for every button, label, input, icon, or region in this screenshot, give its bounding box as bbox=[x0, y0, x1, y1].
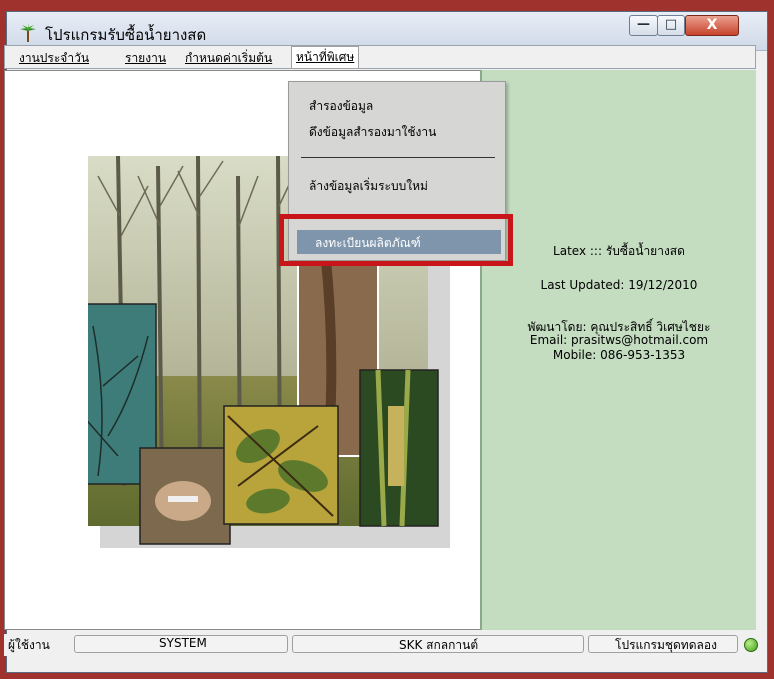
menu-item-backup[interactable]: สำรองข้อมูล bbox=[309, 97, 373, 116]
last-updated-text: Last Updated: 19/12/2010 bbox=[540, 278, 698, 292]
menu-daily-work[interactable]: งานประจำวัน bbox=[15, 48, 93, 69]
mode-panel: โปรแกรมชุดทดลอง bbox=[588, 635, 738, 653]
menu-bar: งานประจำวัน รายงาน กำหนดค่าเริ่มต้น หน้า… bbox=[4, 45, 756, 69]
menu-initial-settings[interactable]: กำหนดค่าเริ่มต้น bbox=[181, 48, 276, 69]
maximize-icon: □ bbox=[664, 17, 678, 32]
window-title: โปรแกรมรับซื้อน้ำยางสด bbox=[45, 26, 207, 44]
menu-special-functions[interactable]: หน้าที่พิเศษ bbox=[291, 46, 360, 69]
palm-tree-icon bbox=[20, 23, 36, 42]
menu-reports[interactable]: รายงาน bbox=[121, 48, 170, 69]
minimize-button[interactable]: — bbox=[629, 15, 658, 36]
close-button[interactable]: X bbox=[685, 15, 739, 36]
status-bar: ผู้ใช้งาน SYSTEM SKK สกลกานต์ โปรแกรมชุด… bbox=[4, 634, 758, 656]
menu-item-restore[interactable]: ดึงข้อมูลสำรองมาใช้งาน bbox=[309, 123, 436, 142]
mobile-text: Mobile: 086-953-1353 bbox=[552, 348, 686, 362]
mode-text: โปรแกรมชุดทดลอง bbox=[615, 638, 717, 652]
close-icon: X bbox=[706, 17, 718, 33]
company-text: SKK สกลกานต์ bbox=[399, 638, 479, 652]
user-panel: SYSTEM bbox=[74, 635, 288, 653]
info-panel: Latex ::: รับซื้อน้ำยางสด Last Updated: … bbox=[480, 70, 756, 630]
email-text: Email: prasitws@hotmail.com bbox=[529, 333, 709, 347]
app-name-text: Latex ::: รับซื้อน้ำยางสด bbox=[553, 244, 685, 258]
menu-separator bbox=[301, 157, 495, 158]
minimize-icon: — bbox=[637, 17, 650, 32]
user-label: ผู้ใช้งาน bbox=[8, 638, 50, 652]
menu-item-reset-system[interactable]: ล้างข้อมูลเริ่มระบบใหม่ bbox=[309, 177, 428, 196]
status-led-icon bbox=[744, 638, 758, 652]
user-value: SYSTEM bbox=[159, 636, 207, 650]
company-panel: SKK สกลกานต์ bbox=[292, 635, 584, 653]
annotation-highlight-box bbox=[279, 214, 513, 266]
maximize-button[interactable]: □ bbox=[657, 15, 685, 36]
